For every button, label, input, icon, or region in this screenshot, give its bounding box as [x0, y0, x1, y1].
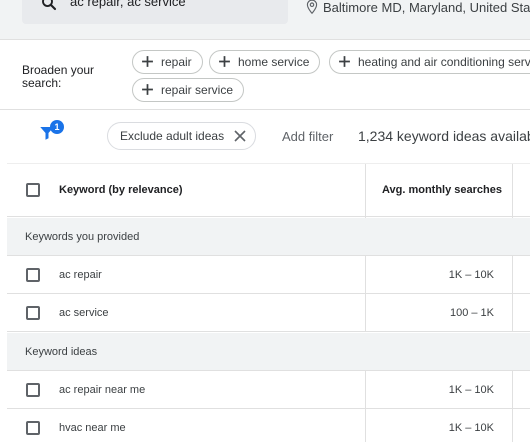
avg-searches-value: 1K – 10K — [448, 422, 494, 434]
table-row[interactable]: ac repair 1K – 10K — [7, 256, 530, 294]
plus-icon — [219, 56, 230, 67]
location-selector[interactable]: Baltimore MD, Maryland, United States — [323, 0, 530, 15]
keyword-search-input[interactable]: ac repair, ac service — [22, 0, 288, 24]
chip-label: home service — [238, 55, 310, 69]
close-icon[interactable] — [234, 130, 246, 142]
column-header-label: Avg. monthly searches — [381, 184, 502, 196]
search-row: ac repair, ac service Baltimore MD, Mary… — [0, 0, 530, 40]
avg-searches-cell: 1K – 10K — [365, 409, 513, 442]
table-header: Keyword (by relevance) Avg. monthly sear… — [7, 163, 530, 218]
row-checkbox[interactable] — [26, 421, 40, 435]
section-title: Keywords you provided — [25, 231, 140, 243]
filter-count-badge: 1 — [50, 120, 64, 134]
filter-row: 1 Exclude adult ideas Add filter 1,234 k… — [0, 111, 530, 163]
row-checkbox[interactable] — [26, 383, 40, 397]
column-header-keyword[interactable]: Keyword (by relevance) — [59, 184, 183, 196]
search-icon — [42, 0, 57, 11]
avg-searches-cell: 1K – 10K — [365, 256, 513, 294]
select-all-checkbox[interactable] — [26, 183, 40, 197]
keyword-idea-count: 1,234 keyword ideas available — [358, 128, 530, 144]
avg-searches-value: 1K – 10K — [448, 269, 494, 281]
section-header-keywords-provided: Keywords you provided — [7, 218, 530, 256]
broaden-chip-repair[interactable]: repair — [132, 50, 203, 74]
broaden-chip-repair-service[interactable]: repair service — [132, 78, 245, 102]
location-pin-icon — [306, 0, 318, 15]
avg-searches-value: 100 – 1K — [449, 307, 494, 319]
keyword-cell: ac repair — [59, 269, 102, 281]
chip-label: repair service — [161, 83, 234, 97]
column-header-avg-monthly-searches[interactable]: Avg. monthly searches — [365, 164, 513, 218]
row-checkbox[interactable] — [26, 268, 40, 282]
chip-label: heating and air conditioning service — [358, 55, 530, 69]
add-filter-button[interactable]: Add filter — [282, 129, 333, 144]
chip-label: repair — [161, 55, 192, 69]
broaden-chip-heating-and-air-conditioning[interactable]: heating and air conditioning service — [329, 50, 530, 74]
table-row[interactable]: hvac near me 1K – 10K — [7, 409, 530, 442]
keyword-cell: ac service — [59, 307, 109, 319]
search-query-text: ac repair, ac service — [70, 0, 186, 9]
table-row[interactable]: ac service 100 – 1K — [7, 294, 530, 332]
plus-icon — [142, 56, 153, 67]
avg-searches-cell: 100 – 1K — [365, 294, 513, 332]
keyword-planner-page: ac repair, ac service Baltimore MD, Mary… — [0, 0, 530, 442]
avg-searches-value: 1K – 10K — [448, 384, 494, 396]
keyword-cell: hvac near me — [59, 422, 126, 434]
keyword-cell: ac repair near me — [59, 384, 146, 396]
broaden-chip-home-service[interactable]: home service — [209, 50, 321, 74]
broaden-label: Broaden your search: — [22, 63, 95, 90]
broaden-search-bar: Broaden your search: repair home service… — [0, 40, 530, 110]
avg-searches-cell: 1K – 10K — [365, 371, 513, 409]
row-checkbox[interactable] — [26, 306, 40, 320]
exclude-chip-label: Exclude adult ideas — [120, 129, 225, 143]
plus-icon — [339, 56, 350, 67]
section-title: Keyword ideas — [25, 346, 98, 358]
exclude-adult-ideas-chip[interactable]: Exclude adult ideas — [107, 122, 256, 150]
table-row[interactable]: ac repair near me 1K – 10K — [7, 371, 530, 409]
plus-icon — [142, 84, 153, 95]
section-header-keyword-ideas: Keyword ideas — [7, 333, 530, 371]
